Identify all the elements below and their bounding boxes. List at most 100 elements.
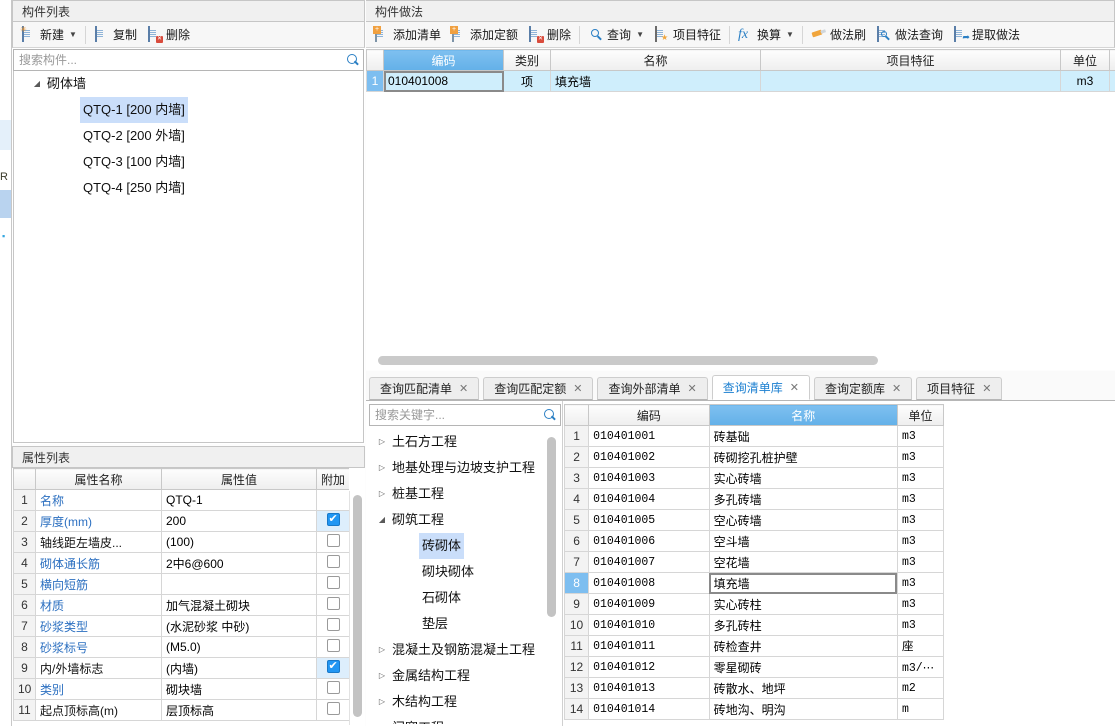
property-col-header-2[interactable]: 属性值 [161, 468, 317, 490]
method-row-category[interactable]: 项 [503, 70, 551, 92]
component-tree-item[interactable]: QTQ-1 [200 内墙] [14, 97, 363, 123]
library-tree-scroll-thumb[interactable] [547, 437, 556, 617]
library-row-code[interactable]: 010401010 [588, 614, 710, 636]
chevron-down-icon[interactable] [375, 507, 389, 533]
method-row-name[interactable]: 填充墙 [550, 70, 761, 92]
library-row-name[interactable]: 砖地沟、明沟 [708, 698, 898, 720]
property-row-value[interactable]: 加气混凝土砌块 [161, 594, 317, 616]
table-row[interactable]: 4 砌体通长筋 2中6@600 [13, 552, 349, 574]
search-icon[interactable] [343, 50, 363, 70]
component-tree-item[interactable]: QTQ-2 [200 外墙] [14, 123, 363, 149]
library-row-code[interactable]: 010401003 [588, 467, 710, 489]
copy-button[interactable]: 复制 [89, 24, 142, 46]
table-row[interactable]: 8 砂浆标号 (M5.0) [13, 636, 349, 658]
table-row[interactable]: 11 010401011 砖检查井座 [564, 635, 944, 657]
method-toolbar-button-5[interactable]: fx 换算 ▼ [733, 24, 799, 46]
checkbox-icon[interactable] [326, 702, 340, 715]
chevron-down-icon[interactable]: ▼ [69, 30, 77, 39]
close-icon[interactable]: ✕ [982, 382, 991, 395]
library-search-input[interactable] [370, 405, 540, 425]
property-col-header-1[interactable]: 属性名称 [35, 468, 162, 490]
table-row[interactable]: 4 010401004 多孔砖墙 m3 [564, 488, 944, 510]
property-row-attach[interactable] [316, 699, 349, 721]
chevron-right-icon[interactable] [375, 637, 389, 663]
query-tab-1[interactable]: 查询匹配定额 ✕ [483, 377, 594, 400]
method-col-header-5[interactable]: 单位 [1060, 49, 1110, 71]
library-tree-scrollbar[interactable] [544, 433, 559, 725]
property-row-name[interactable]: 材质 [35, 594, 162, 616]
library-col-header-2[interactable]: 名称 [708, 404, 898, 426]
property-row-name[interactable]: 砂浆标号 [35, 636, 162, 658]
table-row[interactable]: 10 类别 砌块墙 [13, 678, 349, 700]
component-method-grid[interactable]: 编码类别名称项目特征单位工程量表达式 1010401008项填充墙 m3 [366, 49, 1115, 92]
property-row-name[interactable]: 厚度(mm) [35, 510, 162, 532]
method-col-header-0[interactable] [366, 49, 384, 71]
method-col-header-6[interactable]: 工程量表达式 [1109, 49, 1115, 71]
checkbox-icon[interactable] [326, 618, 340, 631]
property-row-value[interactable]: 层顶标高 [161, 699, 317, 721]
chevron-right-icon[interactable] [375, 715, 389, 724]
method-row-code[interactable]: 010401008 [383, 70, 504, 92]
method-col-header-3[interactable]: 名称 [550, 49, 761, 71]
method-row-feature[interactable] [760, 70, 1061, 92]
library-row-name[interactable]: 零星砌砖 [708, 656, 898, 678]
method-grid-hscrollbar[interactable] [370, 353, 1112, 368]
query-tab-5[interactable]: 项目特征 ✕ [916, 377, 1003, 400]
library-row-code[interactable]: 010401012 [588, 656, 710, 678]
property-row-attach[interactable] [316, 657, 349, 679]
library-row-unit[interactable]: m3 [896, 425, 944, 447]
component-tree-item[interactable]: 砌体墙 [14, 71, 363, 97]
search-input[interactable] [14, 50, 343, 70]
component-tree[interactable]: 砌体墙 QTQ-1 [200 内墙] QTQ-2 [200 外墙] QTQ-3 [10… [13, 71, 364, 443]
collapsed-left-panel[interactable]: R ▪ [0, 0, 12, 726]
method-toolbar-button-2[interactable]: ✕ 删除 [523, 24, 576, 46]
delete-button[interactable]: ✕ 删除 [142, 24, 195, 46]
library-tree-item[interactable]: 桩基工程 [369, 481, 561, 507]
method-grid-hscroll-thumb[interactable] [378, 356, 878, 365]
library-row-unit[interactable]: m3 [896, 530, 944, 552]
checkbox-icon[interactable] [326, 555, 340, 568]
property-row-attach[interactable] [316, 573, 349, 595]
property-row-name[interactable]: 轴线距左墙皮... [35, 531, 162, 553]
library-row-unit[interactable]: m3/⋯ [896, 656, 944, 678]
library-tree-item[interactable]: 门窗工程 [369, 715, 561, 724]
table-row[interactable]: 11 起点顶标高(m) 层顶标高 [13, 699, 349, 721]
method-col-header-4[interactable]: 项目特征 [760, 49, 1061, 71]
library-search-box[interactable] [369, 404, 561, 426]
table-row[interactable]: 12 010401012 零星砌砖 m3/⋯ [564, 656, 944, 678]
method-toolbar-button-6[interactable]: 做法刷 [806, 24, 871, 46]
table-row[interactable]: 1 名称 QTQ-1 [13, 489, 349, 511]
property-row-attach[interactable] [316, 615, 349, 637]
property-col-header-0[interactable] [13, 468, 36, 490]
table-row[interactable]: 9 010401009 实心砖柱 m3 [564, 593, 944, 615]
property-row-attach[interactable] [316, 552, 349, 574]
library-row-code[interactable]: 010401004 [588, 488, 710, 510]
query-tab-0[interactable]: 查询匹配清单 ✕ [369, 377, 480, 400]
library-row-unit[interactable]: 座 [896, 635, 944, 657]
library-row-code[interactable]: 010401013 [588, 677, 710, 699]
library-tree[interactable]: 土石方工程地基处理与边坡支护工程桩基工程砌筑工程砖砌体砌块砌体石砌体垫层混凝土及… [369, 429, 561, 724]
table-row[interactable]: 8 010401008 填充墙 m3 [564, 572, 944, 594]
library-tree-item[interactable]: 土石方工程 [369, 429, 561, 455]
query-tabstrip[interactable]: 查询匹配清单 ✕ 查询匹配定额 ✕ 查询外部清单 ✕ 查询清单库 ✕ 查询定额库 ✕ 项目特征 ✕ [369, 375, 1006, 400]
property-row-value[interactable]: (内墙) [161, 657, 317, 679]
library-row-code[interactable]: 010401006 [588, 530, 710, 552]
close-icon[interactable]: ✕ [687, 382, 696, 395]
library-row-unit[interactable]: m3 [896, 572, 944, 594]
property-row-attach[interactable] [316, 531, 349, 553]
table-row[interactable]: 5 010401005 空心砖墙 m3 [564, 509, 944, 531]
library-tree-item[interactable]: 混凝土及钢筋混凝土工程 [369, 637, 561, 663]
property-row-value[interactable]: (M5.0) [161, 636, 317, 658]
library-tree-item[interactable]: 垫层 [369, 611, 561, 637]
library-tree-item[interactable]: 砌块砌体 [369, 559, 561, 585]
library-tree-item[interactable]: 砌筑工程 [369, 507, 561, 533]
library-tree-item[interactable]: 木结构工程 [369, 689, 561, 715]
close-icon[interactable]: ✕ [892, 382, 901, 395]
property-grid-scrollbar[interactable] [349, 491, 364, 725]
library-row-name[interactable]: 实心砖柱 [708, 593, 898, 615]
close-icon[interactable]: ✕ [573, 382, 582, 395]
checkbox-icon[interactable] [326, 512, 340, 526]
property-grid-scroll-thumb[interactable] [353, 495, 362, 717]
close-icon[interactable]: ✕ [459, 382, 468, 395]
property-row-attach[interactable] [316, 489, 349, 511]
